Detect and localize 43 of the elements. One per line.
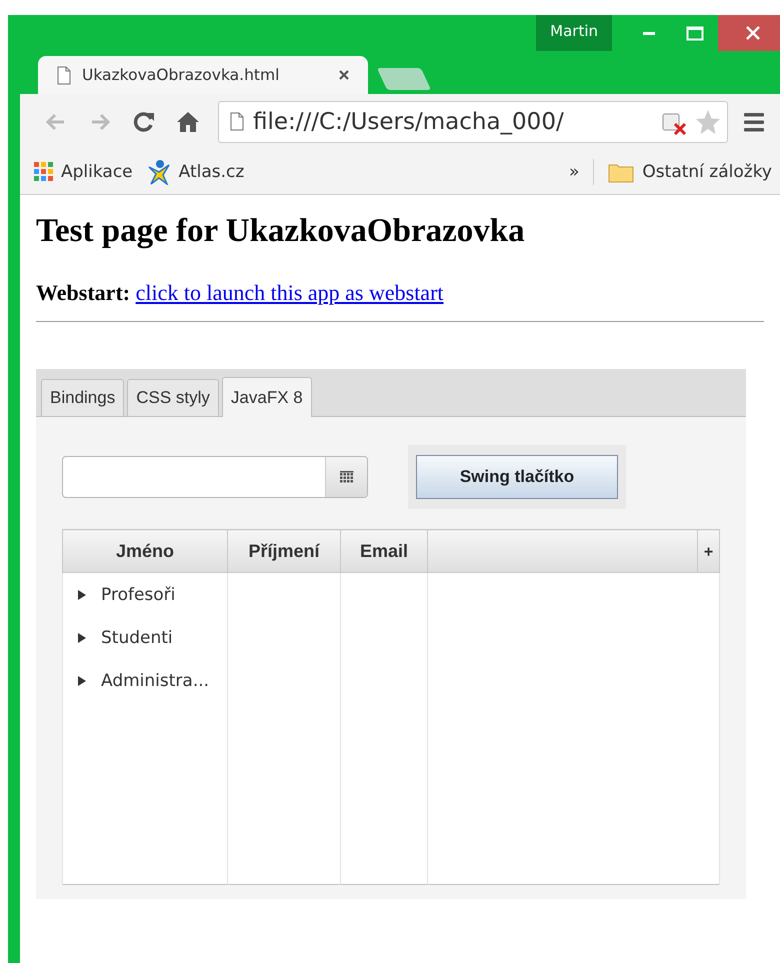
- minimize-icon: [643, 32, 655, 34]
- webstart-line: Webstart: click to launch this app as webstart: [36, 280, 445, 306]
- calendar-button[interactable]: [325, 457, 367, 497]
- other-bookmarks-folder[interactable]: Ostatní záložky: [608, 160, 772, 182]
- address-bar[interactable]: file:///C:/Users/macha_000/: [218, 100, 728, 142]
- app-tab[interactable]: JavaFX 8: [222, 377, 312, 417]
- profile-name[interactable]: Martin: [536, 15, 612, 51]
- tree-row[interactable]: Profesoři: [63, 573, 227, 616]
- column-header[interactable]: Jméno: [62, 530, 228, 572]
- row-label: Profesoři: [101, 584, 176, 604]
- row-label: Studenti: [101, 628, 173, 648]
- home-icon: [176, 110, 200, 134]
- url-text: file:///C:/Users/macha_000/: [253, 108, 565, 134]
- more-bookmarks-button[interactable]: »: [569, 162, 580, 182]
- document-icon: [56, 66, 72, 84]
- bookmark-item[interactable]: Atlas.cz: [146, 158, 244, 184]
- calendar-icon: [340, 470, 354, 484]
- collapsed-triangle-icon: [77, 676, 87, 686]
- bookmark-item[interactable]: Aplikace: [34, 162, 133, 182]
- tree-row[interactable]: Studenti: [63, 616, 227, 659]
- collapsed-triangle-icon: [77, 590, 87, 600]
- swing-button[interactable]: Swing tlačítko: [416, 455, 618, 499]
- reload-icon: [132, 110, 156, 134]
- collapsed-triangle-icon: [77, 632, 87, 642]
- app-tab[interactable]: Bindings: [41, 379, 124, 416]
- browser-tab[interactable]: UkazkovaObrazovka.html: [38, 56, 368, 94]
- star-icon: [695, 108, 721, 134]
- column-header[interactable]: Email: [340, 530, 428, 572]
- document-icon: [229, 112, 245, 131]
- close-button[interactable]: [718, 15, 780, 51]
- row-label: Administra...: [101, 670, 210, 690]
- close-icon: [338, 69, 350, 81]
- tree-row[interactable]: Administra...: [63, 659, 227, 702]
- figure-icon: [146, 158, 171, 184]
- maximize-icon: [686, 24, 704, 42]
- page-heading: Test page for UkazkovaObrazovka: [36, 213, 526, 250]
- app-tab[interactable]: CSS styly: [127, 379, 219, 416]
- tab-title: UkazkovaObrazovka.html: [82, 66, 280, 84]
- close-icon: [745, 25, 761, 41]
- webstart-link[interactable]: click to launch this app as webstart: [136, 280, 444, 305]
- column-header[interactable]: Příjmení: [228, 530, 340, 572]
- column-menu-button[interactable]: +: [704, 544, 714, 560]
- apps-grid-icon: [34, 162, 53, 181]
